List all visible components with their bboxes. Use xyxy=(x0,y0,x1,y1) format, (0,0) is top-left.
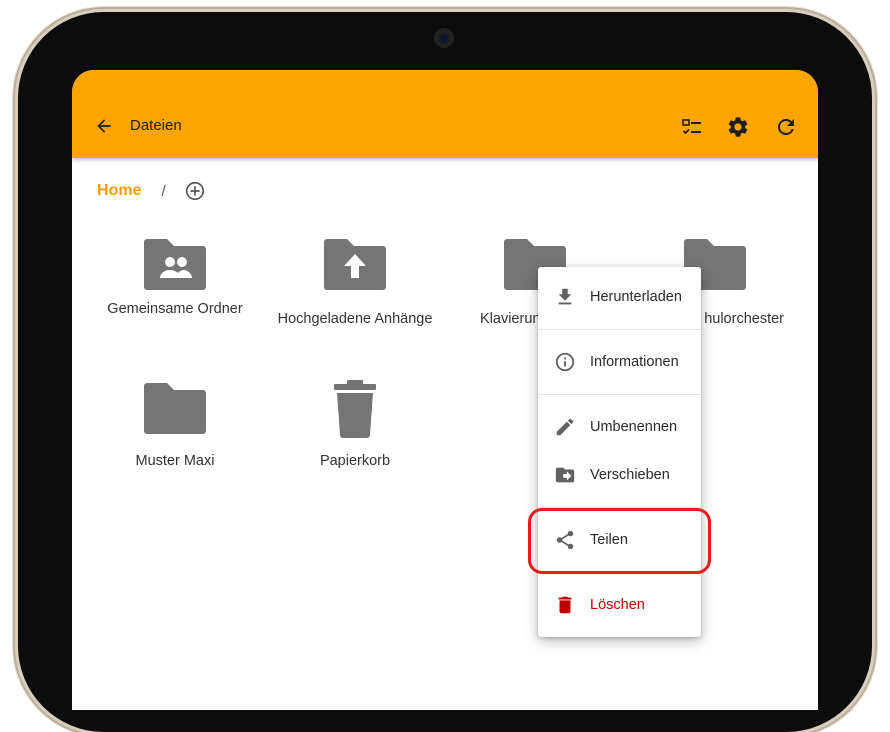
app-bar: Dateien xyxy=(72,70,818,158)
menu-item-label: Löschen xyxy=(590,597,645,613)
pencil-icon xyxy=(556,418,574,436)
menu-item-label: Verschieben xyxy=(590,467,670,483)
shared-folder-icon xyxy=(144,239,206,290)
menu-item-info[interactable]: Informationen xyxy=(538,342,701,382)
folder-icon xyxy=(144,383,206,434)
refresh-icon[interactable] xyxy=(774,115,798,139)
menu-divider xyxy=(538,394,701,395)
folder-label: Hochgeladene Anhänge xyxy=(277,311,433,327)
front-camera xyxy=(434,28,454,48)
delete-trash-icon xyxy=(558,596,572,614)
settings-gear-icon[interactable] xyxy=(726,115,750,139)
folder-label: Papierkorb xyxy=(319,453,391,469)
folder-label: Muster Maxi xyxy=(135,453,215,469)
breadcrumb-home[interactable]: Home xyxy=(97,182,141,200)
download-icon xyxy=(558,288,572,305)
menu-item-download[interactable]: Herunterladen xyxy=(538,277,701,317)
folder-tile[interactable]: Muster Maxi xyxy=(95,382,255,472)
menu-divider xyxy=(538,329,701,330)
folder-tile[interactable]: Gemeinsame Ordner xyxy=(95,238,255,320)
menu-item-label: Herunterladen xyxy=(590,289,682,305)
upload-folder-icon xyxy=(324,239,386,290)
folder-label: Gemeinsame Ordner xyxy=(107,301,243,317)
folder-tile[interactable]: Hochgeladene Anhänge xyxy=(275,238,435,330)
page-title: Dateien xyxy=(130,117,182,134)
context-menu: Herunterladen Informationen Umbenennen V… xyxy=(538,267,701,637)
menu-item-label: Umbenennen xyxy=(590,419,678,435)
breadcrumb: Home / xyxy=(97,180,206,202)
info-icon xyxy=(555,352,575,372)
menu-item-rename[interactable]: Umbenennen xyxy=(538,407,701,447)
menu-item-move[interactable]: Verschieben xyxy=(538,455,701,495)
menu-item-delete[interactable]: Löschen xyxy=(538,585,701,625)
share-highlight-outline xyxy=(528,508,711,574)
add-circle-icon[interactable] xyxy=(184,180,206,202)
breadcrumb-separator: / xyxy=(161,182,166,200)
menu-item-label: Informationen xyxy=(590,354,679,370)
back-arrow-icon[interactable] xyxy=(94,116,114,136)
trash-icon xyxy=(334,380,376,438)
folder-tile[interactable]: Papierkorb xyxy=(275,380,435,472)
move-folder-icon xyxy=(555,467,575,483)
checklist-icon[interactable] xyxy=(680,115,704,139)
